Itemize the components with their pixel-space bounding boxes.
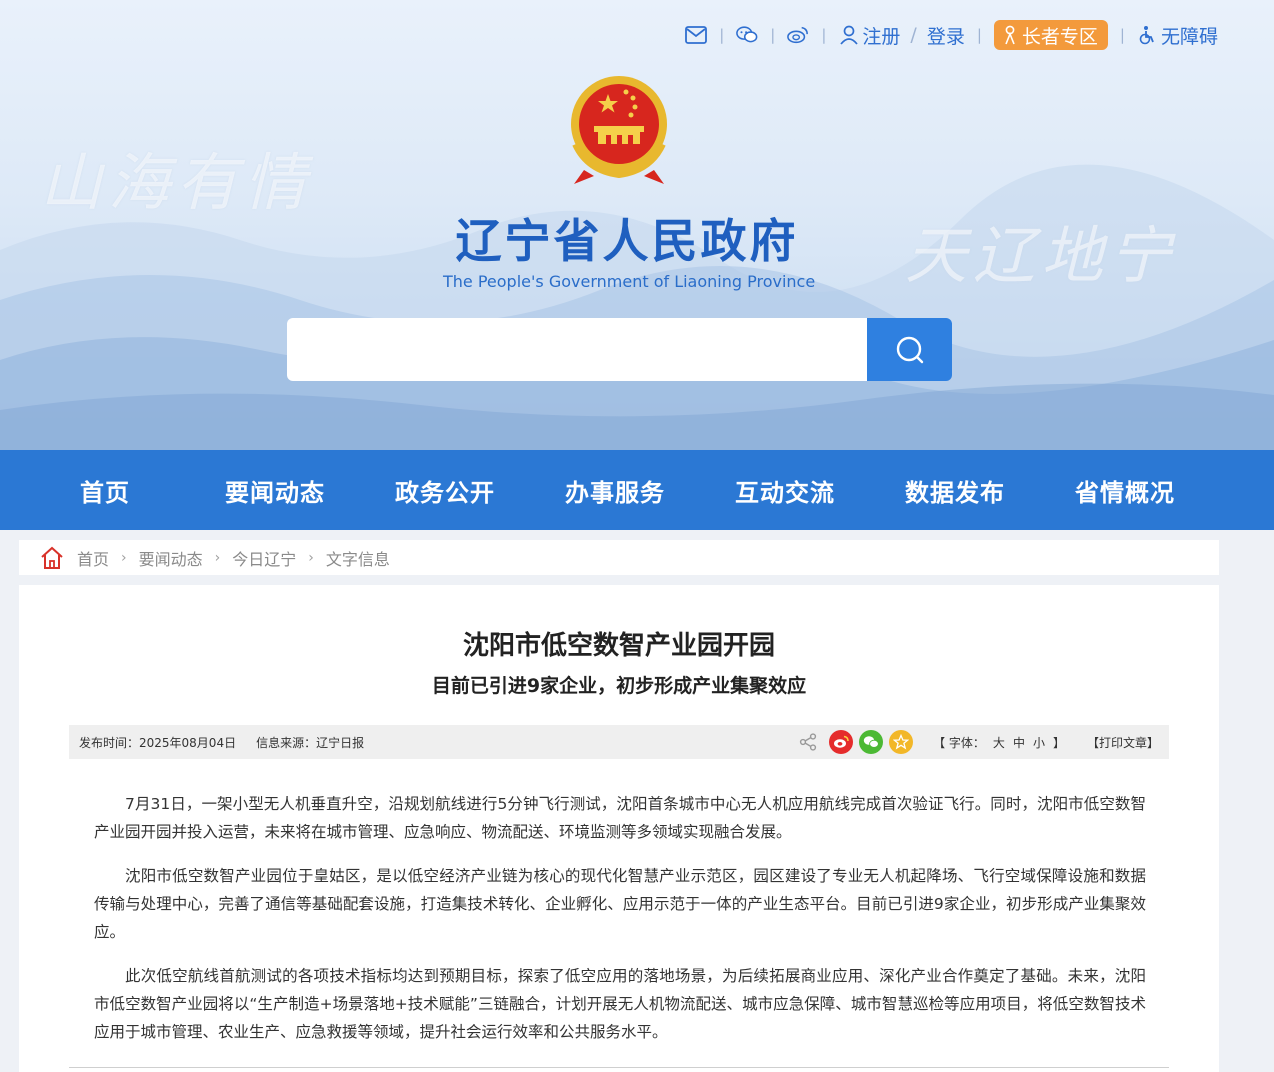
wechat-icon[interactable] xyxy=(736,24,758,46)
chevron-right-icon: › xyxy=(121,549,127,566)
search-icon xyxy=(896,336,923,363)
accessibility-label: 无障碍 xyxy=(1160,25,1218,48)
search-input[interactable] xyxy=(287,318,867,381)
font-medium-button[interactable]: 中 xyxy=(1013,734,1025,751)
search-button[interactable] xyxy=(867,318,952,381)
banner: 山海有情 天辽地宁 | | | 注册 / 登录 | 长者专区 | 无障碍 辽宁省… xyxy=(0,0,1274,450)
nav-item-data[interactable]: 数据发布 xyxy=(870,450,1040,530)
top-links: | | | 注册 / 登录 | 长者专区 | 无障碍 xyxy=(685,20,1218,50)
login-link[interactable]: 登录 xyxy=(927,22,965,49)
article-subtitle: 目前已引进9家企业，初步形成产业集聚效应 xyxy=(431,675,807,697)
publish-time: 发布时间：2025年08月04日 xyxy=(79,735,237,750)
main-nav: 首页 要闻动态 政务公开 办事服务 互动交流 数据发布 省情概况 xyxy=(0,450,1274,530)
article-meta-bar: 发布时间：2025年08月04日 信息来源：辽宁日报 【 字体： 大 中 小 】 xyxy=(69,725,1169,759)
wheelchair-icon xyxy=(1139,26,1154,45)
article-paragraph: 此次低空航线首航测试的各项技术指标均达到预期目标，探索了低空应用的落地场景，为后… xyxy=(94,967,1146,1041)
separator: | xyxy=(1119,26,1125,44)
site-subtitle: The People's Government of Liaoning Prov… xyxy=(443,272,816,291)
article-paragraph: 7月31日，一架小型无人机垂直升空，沿规划航线进行5分钟飞行测试，沈阳首条城市中… xyxy=(94,795,1146,841)
search-bar xyxy=(287,318,952,381)
font-label: 【 字体： xyxy=(933,735,985,750)
share-weibo-icon[interactable] xyxy=(829,730,854,754)
article-body: 7月31日，一架小型无人机垂直升空，沿规划航线进行5分钟飞行测试，沈阳首条城市中… xyxy=(94,790,1146,1062)
divider xyxy=(69,1067,1169,1068)
breadcrumb-news[interactable]: 要闻动态 xyxy=(139,546,203,570)
nav-item-gov-affairs[interactable]: 政务公开 xyxy=(360,450,530,530)
breadcrumb-today-liaoning[interactable]: 今日辽宁 xyxy=(232,546,296,570)
font-size-control: 【 字体： 大 中 小 】 xyxy=(933,734,1065,751)
elder-zone-label: 长者专区 xyxy=(1021,25,1098,48)
separator: | xyxy=(976,26,982,44)
favorite-star-icon[interactable] xyxy=(889,730,914,754)
home-icon[interactable] xyxy=(39,545,65,571)
chevron-right-icon: › xyxy=(214,549,221,566)
chevron-right-icon: › xyxy=(308,549,314,566)
font-large-button[interactable]: 大 xyxy=(993,734,1005,751)
weibo-icon[interactable] xyxy=(787,24,809,46)
national-emblem-icon xyxy=(571,76,667,184)
nav-item-interaction[interactable]: 互动交流 xyxy=(700,450,870,530)
breadcrumb-home[interactable]: 首页 xyxy=(77,546,109,570)
separator: | xyxy=(719,26,725,44)
accessibility-link[interactable]: 无障碍 xyxy=(1137,22,1218,49)
elder-icon xyxy=(1005,25,1015,45)
article-tools: 【 字体： 大 中 小 】 【打印文章】 xyxy=(797,730,1169,754)
info-source: 信息来源：辽宁日报 xyxy=(256,735,365,750)
site-title: 辽宁省人民政府 xyxy=(0,205,1274,271)
share-wechat-icon[interactable] xyxy=(859,730,884,754)
article: 沈阳市低空数智产业园开园 目前已引进9家企业，初步形成产业集聚效应 发布时间：2… xyxy=(19,585,1219,1072)
separator: | xyxy=(770,26,776,44)
register-link[interactable]: 注册 xyxy=(862,22,900,49)
site-title-text: 辽宁省人民政府 xyxy=(455,214,799,268)
mail-icon[interactable] xyxy=(685,24,708,46)
slash-separator: / xyxy=(910,24,917,46)
user-icon xyxy=(838,24,860,46)
nav-item-home[interactable]: 首页 xyxy=(20,450,190,530)
share-icon[interactable] xyxy=(797,731,819,753)
breadcrumb: 首页 › 要闻动态 › 今日辽宁 › 文字信息 xyxy=(19,540,1219,575)
font-small-button[interactable]: 小 xyxy=(1033,734,1045,751)
elder-zone-button[interactable]: 长者专区 xyxy=(993,20,1108,50)
article-paragraph: 沈阳市低空数智产业园位于皇姑区，是以低空经济产业链为核心的现代化智慧产业示范区，… xyxy=(94,867,1146,941)
article-title: 沈阳市低空数智产业园开园 xyxy=(462,631,775,661)
nav-item-news[interactable]: 要闻动态 xyxy=(190,450,360,530)
separator: | xyxy=(821,26,827,44)
nav-item-province-overview[interactable]: 省情概况 xyxy=(1040,450,1210,530)
nav-item-services[interactable]: 办事服务 xyxy=(530,450,700,530)
print-article-button[interactable]: 【打印文章】 xyxy=(1087,734,1159,751)
font-bracket-end: 】 xyxy=(1052,735,1065,750)
breadcrumb-text-info[interactable]: 文字信息 xyxy=(326,546,390,570)
